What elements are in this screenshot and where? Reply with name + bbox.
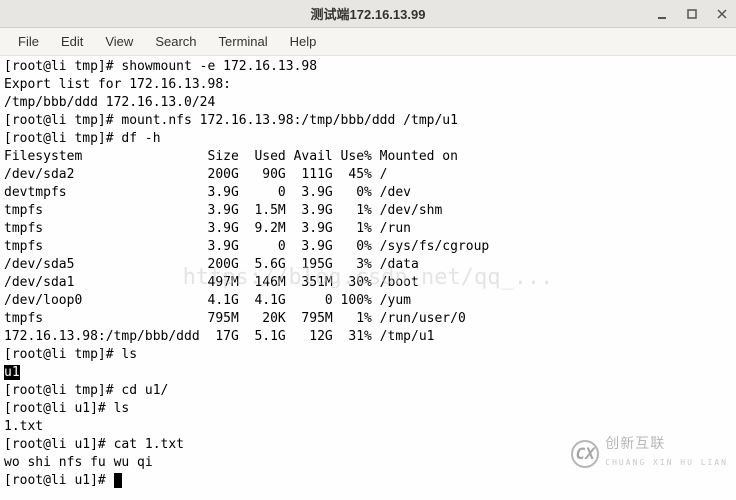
terminal-line: /dev/loop0 4.1G 4.1G 0 100% /yum <box>4 293 411 308</box>
minimize-button[interactable] <box>654 6 670 22</box>
terminal-highlight: u1 <box>4 365 20 380</box>
window-title: 测试端172.16.13.99 <box>311 4 426 23</box>
terminal-line: Filesystem Size Used Avail Use% Mounted … <box>4 149 458 164</box>
menu-search[interactable]: Search <box>145 30 206 53</box>
menu-terminal[interactable]: Terminal <box>209 30 278 53</box>
terminal-line: [root@li u1]# ls <box>4 401 129 416</box>
menu-help[interactable]: Help <box>280 30 327 53</box>
menu-file[interactable]: File <box>8 30 49 53</box>
terminal-line: tmpfs 3.9G 0 3.9G 0% /sys/fs/cgroup <box>4 239 489 254</box>
terminal-prompt: [root@li u1]# <box>4 473 114 488</box>
menu-bar: File Edit View Search Terminal Help <box>0 28 736 56</box>
menu-view[interactable]: View <box>95 30 143 53</box>
window-controls <box>654 6 730 22</box>
terminal-line: /tmp/bbb/ddd 172.16.13.0/24 <box>4 95 215 110</box>
terminal-cursor <box>114 473 122 488</box>
terminal-line: tmpfs 3.9G 1.5M 3.9G 1% /dev/shm <box>4 203 442 218</box>
watermark-logo: CX 创新互联 CHUANG XIN HU LIAN <box>571 435 728 472</box>
watermark-icon: CX <box>571 440 599 468</box>
terminal-line: [root@li tmp]# ls <box>4 347 137 362</box>
terminal-line: [root@li tmp]# df -h <box>4 131 161 146</box>
watermark-brand: 创新互联 <box>605 436 665 452</box>
watermark-bg: https://blog.csdn.net/qq_... <box>183 269 554 287</box>
watermark-sub: CHUANG XIN HU LIAN <box>605 454 728 472</box>
terminal-line: wo shi nfs fu wu qi <box>4 455 153 470</box>
terminal-line: [root@li tmp]# cd u1/ <box>4 383 168 398</box>
title-bar: 测试端172.16.13.99 <box>0 0 736 28</box>
close-button[interactable] <box>714 6 730 22</box>
terminal-line: [root@li tmp]# mount.nfs 172.16.13.98:/t… <box>4 113 458 128</box>
terminal-line: devtmpfs 3.9G 0 3.9G 0% /dev <box>4 185 411 200</box>
terminal-area[interactable]: https://blog.csdn.net/qq_... [root@li tmp… <box>0 56 736 500</box>
terminal-line: Export list for 172.16.13.98: <box>4 77 231 92</box>
terminal-line: 172.16.13.98:/tmp/bbb/ddd 17G 5.1G 12G 3… <box>4 329 434 344</box>
terminal-line: tmpfs 3.9G 9.2M 3.9G 1% /run <box>4 221 411 236</box>
terminal-line: tmpfs 795M 20K 795M 1% /run/user/0 <box>4 311 466 326</box>
terminal-line: [root@li tmp]# showmount -e 172.16.13.98 <box>4 59 317 74</box>
maximize-button[interactable] <box>684 6 700 22</box>
menu-edit[interactable]: Edit <box>51 30 93 53</box>
terminal-line: [root@li u1]# cat 1.txt <box>4 437 184 452</box>
terminal-line: 1.txt <box>4 419 43 434</box>
terminal-line: /dev/sda2 200G 90G 111G 45% / <box>4 167 388 182</box>
